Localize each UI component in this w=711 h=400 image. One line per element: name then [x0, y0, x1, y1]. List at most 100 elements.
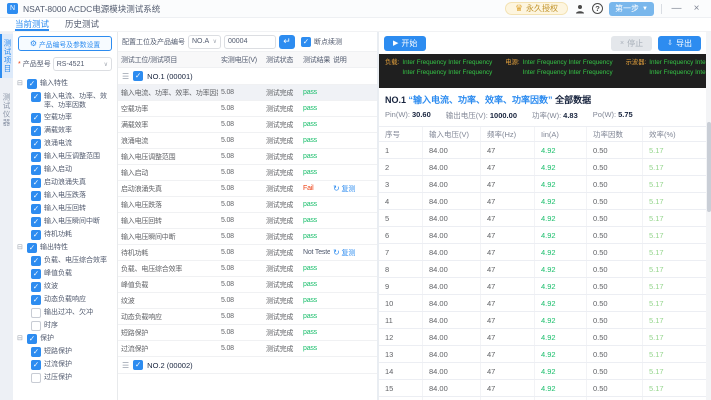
product-model-value: RS-4521 [56, 60, 85, 68]
station-group-checkbox[interactable]: ✓ [133, 360, 144, 370]
test-row[interactable]: 峰值负载 5.08 测试完成 pass [118, 277, 377, 293]
tree-item[interactable]: ✓ 空载功率 [17, 111, 115, 124]
main-tab-bar: 当前测试 历史测试 [0, 18, 711, 32]
test-row[interactable]: 输入启动 5.08 测试完成 pass [118, 165, 377, 181]
test-status-cell: 测试完成 [266, 345, 294, 353]
tree-item-checkbox[interactable]: ✓ [31, 268, 41, 279]
test-row[interactable]: 满载效率 5.08 测试完成 pass [118, 117, 377, 133]
account-dropdown-button[interactable]: 第一步 ▼ [609, 1, 654, 16]
tree-item[interactable]: ✓ 输入电流、功率、效率、功率因数 [17, 90, 115, 111]
start-button[interactable]: ▶ 开始 [384, 35, 427, 51]
station-select[interactable]: NO.A ∨ [188, 34, 221, 49]
retest-button[interactable]: ↻ 复测 [333, 184, 374, 194]
tree-item-checkbox[interactable] [31, 372, 41, 383]
scrollbar-thumb[interactable] [706, 122, 711, 212]
tree-item[interactable]: ✓ 输入启动 [17, 163, 115, 176]
tree-item-checkbox[interactable]: ✓ [27, 333, 37, 344]
tree-item-checkbox[interactable]: ✓ [27, 78, 37, 89]
test-row[interactable]: 输入电流、功率、效率、功率因数 5.08 测试完成 pass [118, 85, 377, 101]
rail-tab-test-instruments[interactable]: 测试仪器 [0, 88, 13, 132]
test-row[interactable]: 过流保护 5.08 测试完成 pass [118, 341, 377, 357]
tree-item[interactable]: ✓ 输入电压跌落 [17, 189, 115, 202]
tab-history-test[interactable]: 历史测试 [65, 18, 99, 31]
tree-item[interactable]: ✓ 输入电压瞬间中断 [17, 215, 115, 228]
tree-item-checkbox[interactable]: ✓ [31, 294, 41, 305]
test-row[interactable]: 输入电压调整范围 5.08 测试完成 pass [118, 149, 377, 165]
tree-item[interactable]: ✓ 输入电压调整范围 [17, 150, 115, 163]
tree-item-checkbox[interactable]: ✓ [31, 164, 41, 175]
resume-test-checkbox[interactable]: ✓ [301, 36, 311, 47]
rail-tab-test-items[interactable]: 测试项目 [0, 34, 13, 78]
tree-item[interactable]: ✓ 过流保护 [17, 358, 115, 371]
tree-item-checkbox[interactable]: ✓ [31, 138, 41, 149]
test-row[interactable]: 启动浪涌失真 5.08 测试完成 Fail ↻ 复测 [118, 181, 377, 197]
tree-item-checkbox[interactable]: ✓ [31, 190, 41, 201]
test-result-cell: pass [303, 313, 317, 320]
tree-item[interactable]: 过压保护 [17, 371, 115, 384]
tree-item[interactable]: 时序 [17, 319, 115, 332]
test-row[interactable]: 输入电压跌落 5.08 测试完成 pass [118, 197, 377, 213]
tree-item[interactable]: ✓ 待机功耗 [17, 228, 115, 241]
station-group-row[interactable]: ☰ ✓ NO.2 (00002) [118, 357, 377, 374]
user-icon[interactable] [573, 2, 586, 15]
stop-button[interactable]: × 停止 [611, 35, 653, 51]
test-row[interactable]: 输入电压瞬间中断 5.08 测试完成 pass [118, 229, 377, 245]
test-row[interactable]: 空载功率 5.08 测试完成 pass [118, 101, 377, 117]
tree-item[interactable]: ✓ 峰值负载 [17, 267, 115, 280]
export-button[interactable]: ⇩ 导出 [658, 35, 701, 51]
power-factor-cell: 0.50 [587, 159, 643, 175]
product-number-input[interactable]: 00004 [224, 34, 276, 49]
tree-item[interactable]: ✓ 满载效率 [17, 124, 115, 137]
test-row[interactable]: 短路保护 5.08 测试完成 pass [118, 325, 377, 341]
test-row[interactable]: 待机功耗 5.08 测试完成 Not Tested↻复测 [118, 245, 377, 261]
confirm-enter-button[interactable]: ↵ [279, 34, 295, 49]
license-badge[interactable]: ♛ 永久授权 [504, 2, 569, 15]
seq-cell: 3 [379, 176, 423, 192]
station-group-row[interactable]: ☰ ✓ NO.1 (00001) [118, 68, 377, 85]
tree-item[interactable]: ✓ 负载、电压综合效率 [17, 254, 115, 267]
tree-item-checkbox[interactable]: ✓ [31, 151, 41, 162]
tree-item[interactable]: ⊟ ✓ 保护 [17, 332, 115, 345]
vertical-scrollbar[interactable] [706, 32, 711, 400]
test-row[interactable]: 输入电压回转 5.08 测试完成 pass [118, 213, 377, 229]
console-status-line: Inter Frequency Inter Frequency [402, 68, 493, 76]
tree-item[interactable]: ⊟ ✓ 输入特性 [17, 77, 115, 90]
tree-item[interactable]: ✓ 短路保护 [17, 345, 115, 358]
tree-item[interactable]: ✓ 动态负载响应 [17, 293, 115, 306]
test-row[interactable]: 动态负载响应 5.08 测试完成 pass [118, 309, 377, 325]
tree-item-checkbox[interactable]: ✓ [31, 91, 41, 102]
tree-item-checkbox[interactable]: ✓ [31, 346, 41, 357]
tree-item-checkbox[interactable]: ✓ [31, 255, 41, 266]
test-row[interactable]: 浪涌电流 5.08 测试完成 pass [118, 133, 377, 149]
input-voltage-cell: 84.00 [423, 346, 481, 362]
tree-item-checkbox[interactable]: ✓ [31, 229, 41, 240]
tree-item-checkbox[interactable] [31, 307, 41, 318]
tree-item-checkbox[interactable]: ✓ [31, 359, 41, 370]
tree-item-checkbox[interactable]: ✓ [31, 203, 41, 214]
tree-item-checkbox[interactable]: ✓ [31, 281, 41, 292]
tree-item-checkbox[interactable]: ✓ [31, 125, 41, 136]
tree-item[interactable]: ✓ 浪涌电流 [17, 137, 115, 150]
tree-item-checkbox[interactable]: ✓ [27, 242, 37, 253]
station-group-checkbox[interactable]: ✓ [133, 71, 144, 81]
summary-stat-label: 输出电压(V): [445, 111, 488, 120]
tree-item[interactable]: ✓ 输入电压回转 [17, 202, 115, 215]
tree-item[interactable]: ✓ 纹波 [17, 280, 115, 293]
retest-button[interactable]: ↻ 复测 [333, 248, 374, 258]
tab-current-test[interactable]: 当前测试 [15, 18, 50, 31]
tree-item[interactable]: ⊟ ✓ 输出特性 [17, 241, 115, 254]
tree-item-checkbox[interactable] [31, 320, 41, 331]
close-button[interactable]: × [689, 2, 704, 16]
help-icon[interactable]: ? [591, 2, 604, 15]
tree-item-checkbox[interactable]: ✓ [31, 177, 41, 188]
tree-item[interactable]: ✓ 启动浪涌失真 [17, 176, 115, 189]
test-result-cell: pass [303, 89, 317, 96]
tree-item-checkbox[interactable]: ✓ [31, 112, 41, 123]
test-row[interactable]: 负载、电压综合效率 5.08 测试完成 pass [118, 261, 377, 277]
product-settings-button[interactable]: ⚙ 产品编号及参数设置 [18, 36, 112, 51]
tree-item-checkbox[interactable]: ✓ [31, 216, 41, 227]
test-row[interactable]: 纹波 5.08 测试完成 pass [118, 293, 377, 309]
tree-item[interactable]: 输出过冲、欠冲 [17, 306, 115, 319]
minimize-button[interactable]: — [669, 2, 684, 16]
product-model-select[interactable]: RS-4521 ∨ [52, 57, 112, 71]
